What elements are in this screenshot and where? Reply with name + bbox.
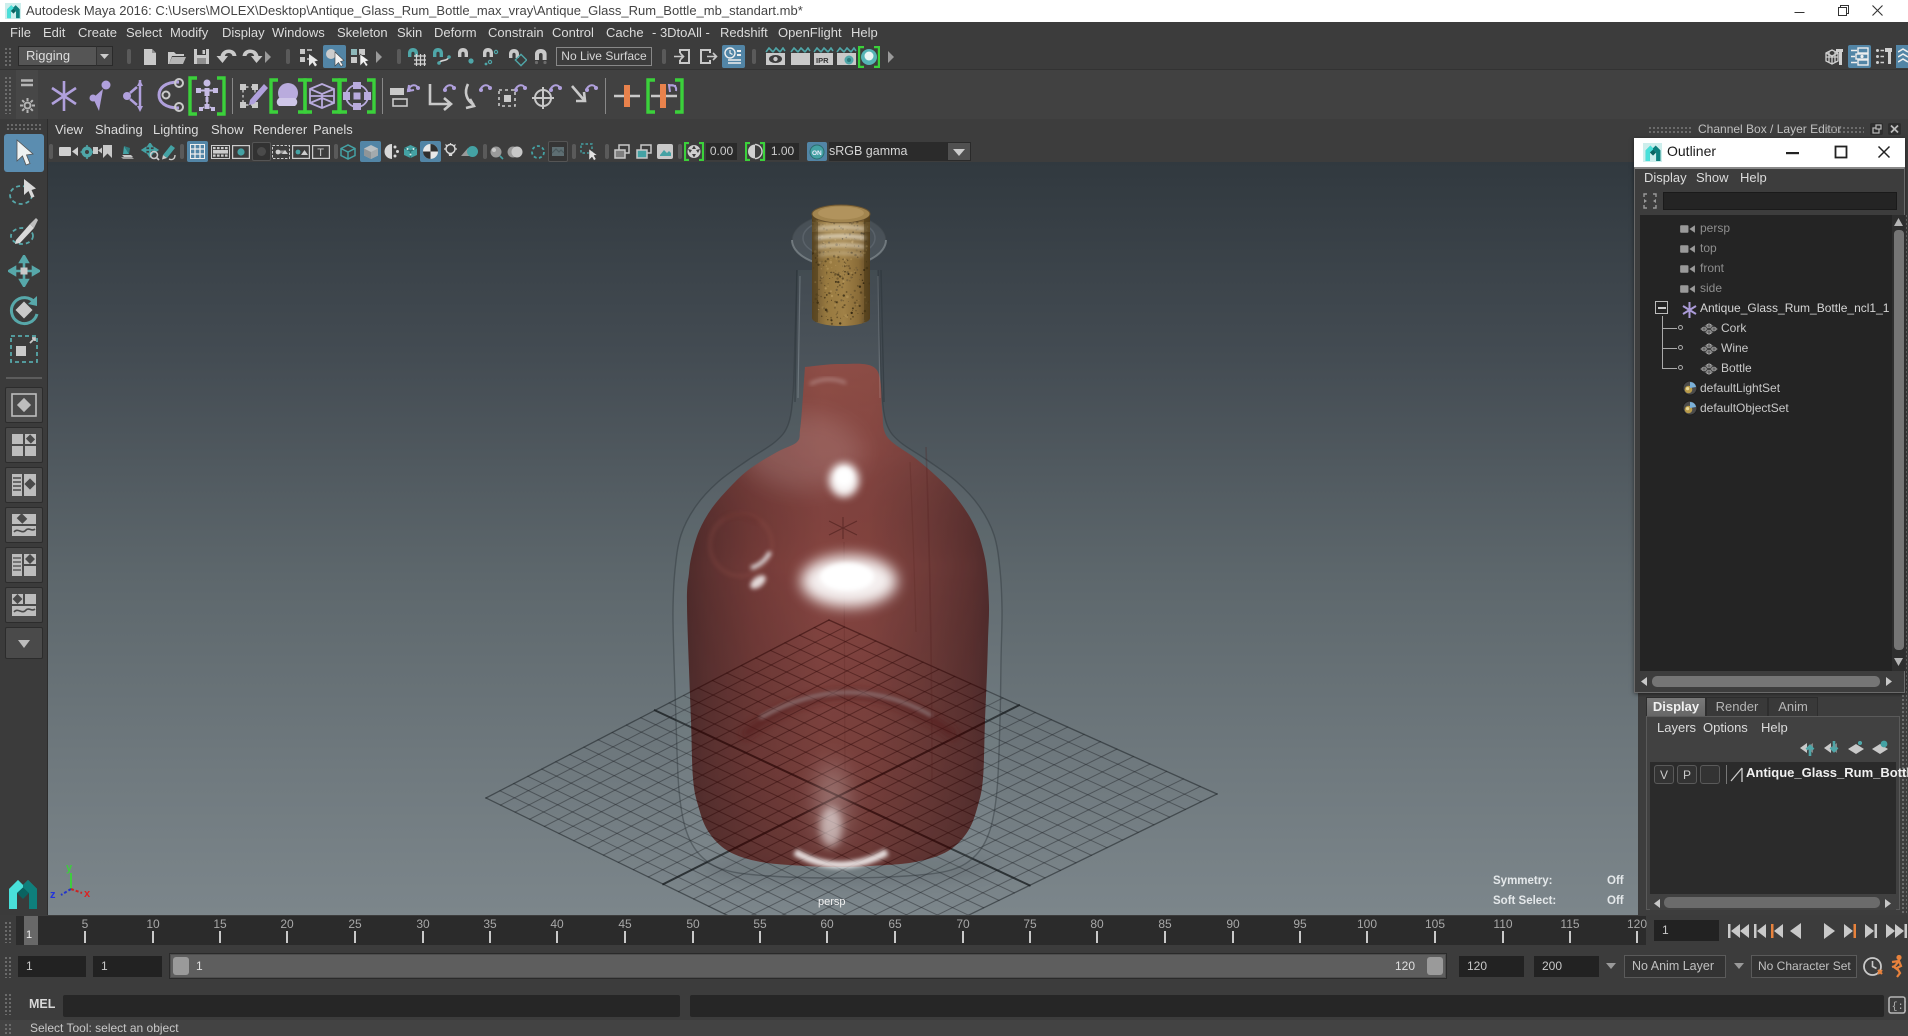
svg-text:{:}: {:}	[1892, 1001, 1906, 1013]
svg-text:x: x	[84, 888, 91, 900]
svg-text:Symmetry:: Symmetry:	[1493, 875, 1552, 887]
svg-text:z: z	[50, 889, 56, 901]
svg-text:Off: Off	[1607, 895, 1624, 907]
svg-text:persp: persp	[818, 896, 846, 908]
svg-text:Soft Select:: Soft Select:	[1493, 895, 1556, 907]
svg-text:y: y	[66, 862, 73, 874]
svg-text:IPR: IPR	[816, 56, 829, 65]
svg-text:ON: ON	[812, 150, 822, 157]
svg-text:T: T	[317, 147, 324, 159]
svg-text:Off: Off	[1607, 875, 1624, 887]
